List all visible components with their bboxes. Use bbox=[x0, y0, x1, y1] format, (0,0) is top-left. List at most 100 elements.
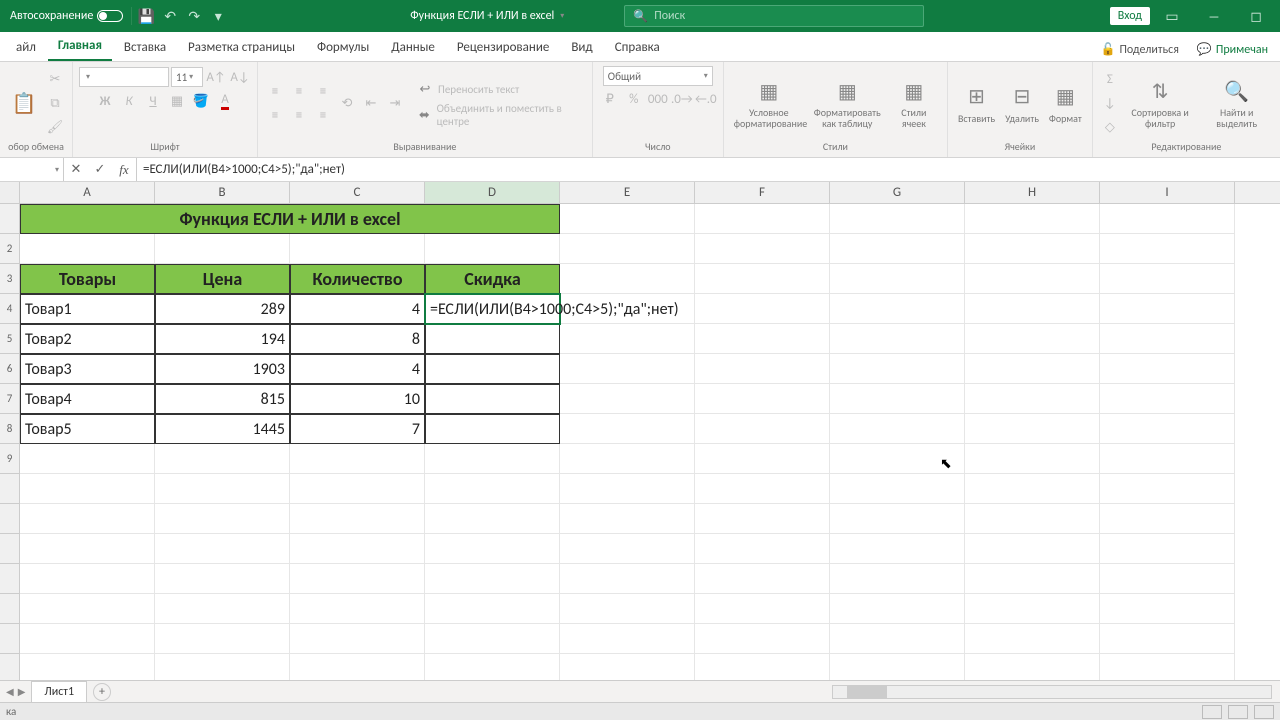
col-header-i[interactable]: I bbox=[1100, 182, 1235, 203]
increase-indent-icon[interactable]: ⇥ bbox=[384, 92, 406, 114]
cell[interactable] bbox=[965, 534, 1100, 564]
cell[interactable] bbox=[965, 624, 1100, 654]
insert-cells-button[interactable]: ⊞Вставить bbox=[954, 81, 999, 126]
cell-c5[interactable]: 8 bbox=[290, 324, 425, 354]
row-header-4[interactable]: 4 bbox=[0, 294, 20, 324]
cell[interactable] bbox=[830, 294, 965, 324]
chevron-down-icon[interactable]: ▾ bbox=[560, 11, 564, 21]
qat-dropdown-icon[interactable]: ▾ bbox=[206, 4, 230, 28]
bold-icon[interactable]: Ж bbox=[94, 90, 116, 112]
cell[interactable] bbox=[1100, 594, 1235, 624]
cell[interactable] bbox=[965, 564, 1100, 594]
cell[interactable] bbox=[965, 474, 1100, 504]
redo-icon[interactable]: ↷ bbox=[182, 4, 206, 28]
cell-d6[interactable] bbox=[425, 354, 560, 384]
tab-insert[interactable]: Вставка bbox=[114, 34, 176, 61]
cell[interactable] bbox=[560, 264, 695, 294]
cell-a5[interactable]: Товар2 bbox=[20, 324, 155, 354]
row-header-14[interactable] bbox=[0, 594, 20, 624]
cell-a6[interactable]: Товар3 bbox=[20, 354, 155, 384]
cell[interactable] bbox=[290, 234, 425, 264]
cell[interactable] bbox=[695, 504, 830, 534]
cell[interactable] bbox=[695, 414, 830, 444]
cell-b5[interactable]: 194 bbox=[155, 324, 290, 354]
cell[interactable] bbox=[560, 594, 695, 624]
toggle-switch-icon[interactable] bbox=[97, 10, 123, 22]
col-header-a[interactable]: A bbox=[20, 182, 155, 203]
clear-icon[interactable]: ◇ bbox=[1099, 116, 1121, 138]
autosum-icon[interactable]: Σ bbox=[1099, 68, 1121, 90]
cell[interactable] bbox=[560, 234, 695, 264]
cell[interactable] bbox=[425, 474, 560, 504]
cell-c8[interactable]: 7 bbox=[290, 414, 425, 444]
cell-d7[interactable] bbox=[425, 384, 560, 414]
chevron-down-icon[interactable]: ▾ bbox=[55, 165, 59, 175]
cell-a4[interactable]: Товар1 bbox=[20, 294, 155, 324]
increase-font-icon[interactable]: A↑ bbox=[205, 66, 227, 88]
cell[interactable] bbox=[560, 534, 695, 564]
orientation-icon[interactable]: ⟲ bbox=[336, 92, 358, 114]
cell[interactable] bbox=[425, 534, 560, 564]
align-left-icon[interactable]: ≡ bbox=[264, 104, 286, 126]
cell[interactable] bbox=[830, 414, 965, 444]
cell[interactable] bbox=[560, 384, 695, 414]
cell[interactable] bbox=[695, 264, 830, 294]
col-header-h[interactable]: H bbox=[965, 182, 1100, 203]
cell[interactable] bbox=[695, 204, 830, 234]
decrease-decimal-icon[interactable]: ←.0 bbox=[695, 88, 717, 110]
row-header-9[interactable]: 9 bbox=[0, 444, 20, 474]
cell[interactable] bbox=[1100, 264, 1235, 294]
row-header-8[interactable]: 8 bbox=[0, 414, 20, 444]
enter-formula-icon[interactable]: ✓ bbox=[88, 162, 112, 177]
currency-icon[interactable]: ₽ bbox=[599, 88, 621, 110]
sort-filter-button[interactable]: ⇅Сортировка и фильтр bbox=[1123, 75, 1198, 131]
col-header-d[interactable]: D bbox=[425, 182, 560, 203]
cell[interactable] bbox=[425, 234, 560, 264]
cell[interactable] bbox=[560, 444, 695, 474]
cell-a8[interactable]: Товар5 bbox=[20, 414, 155, 444]
copy-icon[interactable]: ⧉ bbox=[44, 92, 66, 114]
cell[interactable] bbox=[290, 474, 425, 504]
cell[interactable] bbox=[1100, 444, 1235, 474]
cell[interactable] bbox=[695, 594, 830, 624]
fill-icon[interactable]: ↓ bbox=[1099, 92, 1121, 114]
search-input[interactable]: 🔍 Поиск bbox=[624, 5, 924, 27]
cell[interactable] bbox=[695, 564, 830, 594]
tab-help[interactable]: Справка bbox=[605, 34, 670, 61]
cell[interactable] bbox=[830, 624, 965, 654]
col-header-g[interactable]: G bbox=[830, 182, 965, 203]
sheet-prev-icon[interactable]: ◀ bbox=[6, 685, 14, 698]
cell[interactable] bbox=[560, 564, 695, 594]
formula-input[interactable]: =ЕСЛИ(ИЛИ(B4>1000;C4>5);"да";нет) bbox=[137, 158, 1280, 181]
align-bottom-icon[interactable]: ≡ bbox=[312, 80, 334, 102]
row-header-11[interactable] bbox=[0, 504, 20, 534]
decrease-indent-icon[interactable]: ⇤ bbox=[360, 92, 382, 114]
autosave-toggle[interactable]: Автосохранение bbox=[4, 9, 129, 23]
cell[interactable] bbox=[560, 354, 695, 384]
cell[interactable] bbox=[695, 384, 830, 414]
horizontal-scrollbar[interactable] bbox=[832, 685, 1272, 699]
cell[interactable] bbox=[965, 444, 1100, 474]
cell[interactable] bbox=[965, 354, 1100, 384]
cell[interactable] bbox=[425, 594, 560, 624]
tab-data[interactable]: Данные bbox=[381, 34, 445, 61]
cell-b8[interactable]: 1445 bbox=[155, 414, 290, 444]
cell[interactable] bbox=[830, 204, 965, 234]
cell[interactable] bbox=[1100, 504, 1235, 534]
cell[interactable] bbox=[1100, 234, 1235, 264]
page-layout-view-icon[interactable] bbox=[1228, 705, 1248, 719]
cell[interactable] bbox=[425, 624, 560, 654]
cell[interactable] bbox=[830, 474, 965, 504]
login-button[interactable]: Вход bbox=[1110, 7, 1150, 25]
cell[interactable] bbox=[290, 444, 425, 474]
cell[interactable] bbox=[830, 354, 965, 384]
decrease-font-icon[interactable]: A↓ bbox=[229, 66, 251, 88]
cell[interactable] bbox=[20, 234, 155, 264]
cell[interactable] bbox=[695, 324, 830, 354]
cell[interactable] bbox=[155, 444, 290, 474]
row-header-2[interactable]: 2 bbox=[0, 234, 20, 264]
title-cell[interactable]: Функция ЕСЛИ + ИЛИ в excel bbox=[20, 204, 560, 234]
tab-formulas[interactable]: Формулы bbox=[307, 34, 379, 61]
col-header-e[interactable]: E bbox=[560, 182, 695, 203]
cell[interactable] bbox=[20, 564, 155, 594]
